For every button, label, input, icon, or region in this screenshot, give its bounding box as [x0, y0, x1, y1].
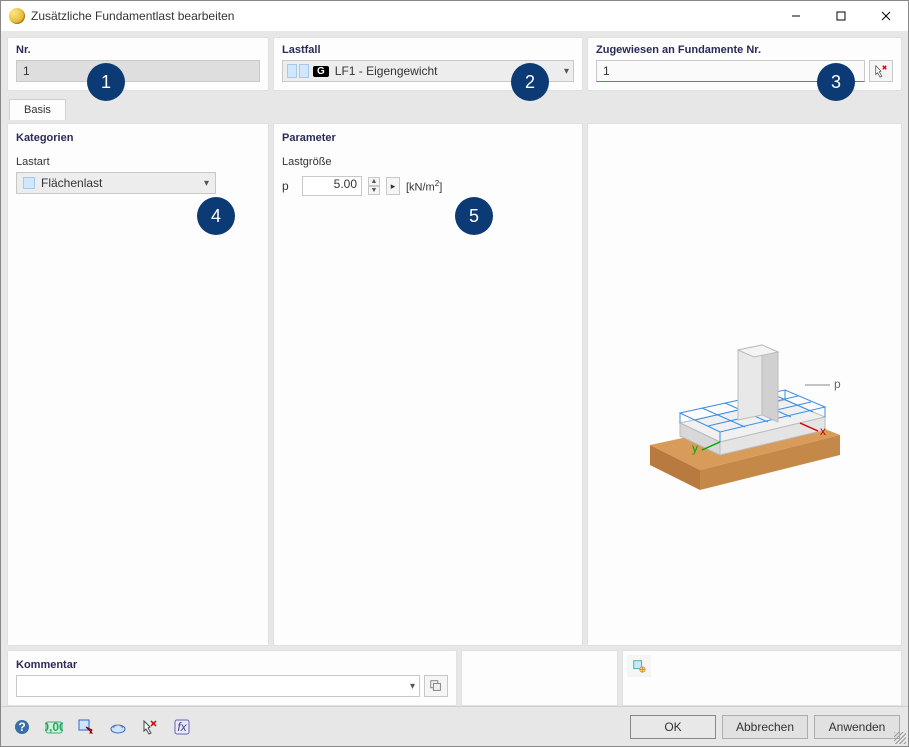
svg-text:x: x [820, 424, 826, 438]
preview-illustration: y x p [630, 305, 860, 505]
lastfall-combo[interactable]: G LF1 - Eigengewicht ▾ [282, 60, 574, 82]
svg-text:?: ? [18, 720, 25, 734]
pick-in-graphic-button[interactable] [73, 715, 99, 739]
panel-comment: Kommentar ▾ [7, 650, 457, 706]
assigned-label: Zugewiesen an Fundamente Nr. [596, 44, 893, 56]
svg-text:0,00: 0,00 [45, 720, 63, 734]
title-bar: Zusätzliche Fundamentlast bearbeiten [1, 1, 908, 31]
loadcase-badge: G [313, 66, 329, 77]
delete-selection-button[interactable] [137, 715, 163, 739]
preview-settings-button[interactable] [627, 655, 651, 677]
minimize-button[interactable] [773, 1, 818, 31]
lastfall-label: Lastfall [282, 44, 574, 56]
nr-label: Nr. [16, 44, 260, 56]
cancel-button[interactable]: Abbrechen [722, 715, 808, 739]
lastfall-value: LF1 - Eigengewicht [335, 64, 560, 78]
footer: ? 0,00 fx OK Abbrechen Anwenden [1, 706, 908, 746]
nr-input[interactable]: 1 [16, 60, 260, 82]
pick-foundation-button[interactable] [869, 60, 893, 82]
lastart-label: Lastart [16, 156, 260, 168]
tab-basis[interactable]: Basis [9, 99, 66, 120]
lastgroesse-label: Lastgröße [282, 156, 574, 168]
chevron-down-icon: ▾ [564, 66, 569, 77]
group-assigned: Zugewiesen an Fundamente Nr. 1 [587, 37, 902, 91]
panel-categories: Kategorien Lastart Flächenlast ▾ [7, 123, 269, 646]
param-apply-arrow[interactable]: ▸ [386, 177, 400, 195]
param-symbol: p [282, 179, 296, 193]
show-in-graphic-button[interactable] [105, 715, 131, 739]
panel-preview: y x p [587, 123, 902, 646]
param-spinner[interactable]: ▲▼ [368, 177, 380, 195]
lastart-combo[interactable]: Flächenlast ▾ [16, 172, 216, 194]
ok-button[interactable]: OK [630, 715, 716, 739]
assigned-input[interactable]: 1 [596, 60, 865, 82]
param-value-input[interactable]: 5.00 [302, 176, 362, 196]
function-button[interactable]: fx [169, 715, 195, 739]
group-lastfall: Lastfall G LF1 - Eigengewicht ▾ [273, 37, 583, 91]
param-unit: [kN/m2] [406, 179, 442, 194]
comment-combo[interactable]: ▾ [16, 675, 420, 697]
svg-text:y: y [692, 441, 698, 455]
chevron-down-icon: ▾ [204, 178, 209, 189]
window-title: Zusätzliche Fundamentlast bearbeiten [31, 9, 773, 23]
svg-text:fx: fx [177, 720, 187, 734]
maximize-button[interactable] [818, 1, 863, 31]
parameter-title: Parameter [282, 132, 574, 144]
lastart-value: Flächenlast [41, 176, 200, 190]
panel-preview-controls [622, 650, 902, 706]
apply-button[interactable]: Anwenden [814, 715, 900, 739]
svg-text:p: p [834, 377, 841, 391]
help-button[interactable]: ? [9, 715, 35, 739]
units-button[interactable]: 0,00 [41, 715, 67, 739]
comment-title: Kommentar [16, 659, 448, 671]
chevron-down-icon: ▾ [410, 681, 415, 692]
panel-parameter: Parameter Lastgröße p 5.00 ▲▼ ▸ [kN/m2] [273, 123, 583, 646]
tabs: Basis [7, 95, 902, 119]
group-nr: Nr. 1 [7, 37, 269, 91]
panel-spacer [461, 650, 618, 706]
resize-grip[interactable] [894, 732, 906, 744]
comment-library-button[interactable] [424, 675, 448, 697]
app-icon [9, 8, 25, 24]
close-button[interactable] [863, 1, 908, 31]
loadtype-swatch-icon [23, 177, 35, 189]
categories-title: Kategorien [16, 132, 260, 144]
